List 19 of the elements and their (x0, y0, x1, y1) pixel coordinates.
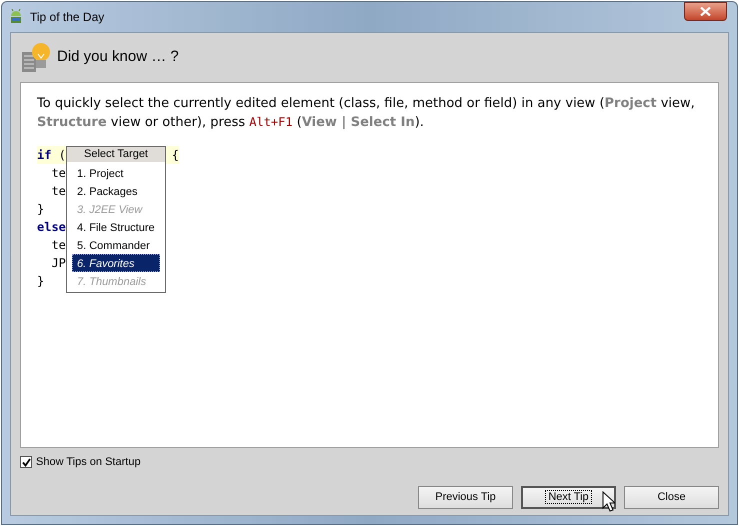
window-title: Tip of the Day (30, 9, 104, 26)
robot-icon (8, 9, 24, 25)
heading: Did you know … ? (57, 47, 179, 68)
close-button[interactable] (684, 2, 727, 21)
tip-text: To quickly select the currently edited element (class, file, method or field) in any view (Project view, Structure view or other), press Alt+F1 (View | Select In). (37, 95, 696, 132)
popup-title: Select Target (67, 147, 165, 162)
lightbulb-icon (21, 42, 51, 74)
close-icon (700, 7, 711, 16)
cursor-icon (602, 491, 615, 512)
dialog-button[interactable]: Next Tip (521, 486, 616, 509)
checkbox-label: Show Tips on Startup (36, 454, 141, 470)
menu-item[interactable]: 1. Project (72, 164, 160, 182)
dialog-button[interactable]: Previous Tip (418, 486, 513, 509)
menu-item[interactable]: 4. File Structure (72, 218, 160, 236)
dialog-button[interactable]: Close (624, 486, 719, 509)
menu-item[interactable]: 5. Commander (72, 236, 160, 254)
menu-item[interactable]: 2. Packages (72, 182, 160, 200)
checkbox[interactable] (20, 456, 32, 468)
menu-item[interactable]: 6. Favorites (72, 254, 160, 272)
